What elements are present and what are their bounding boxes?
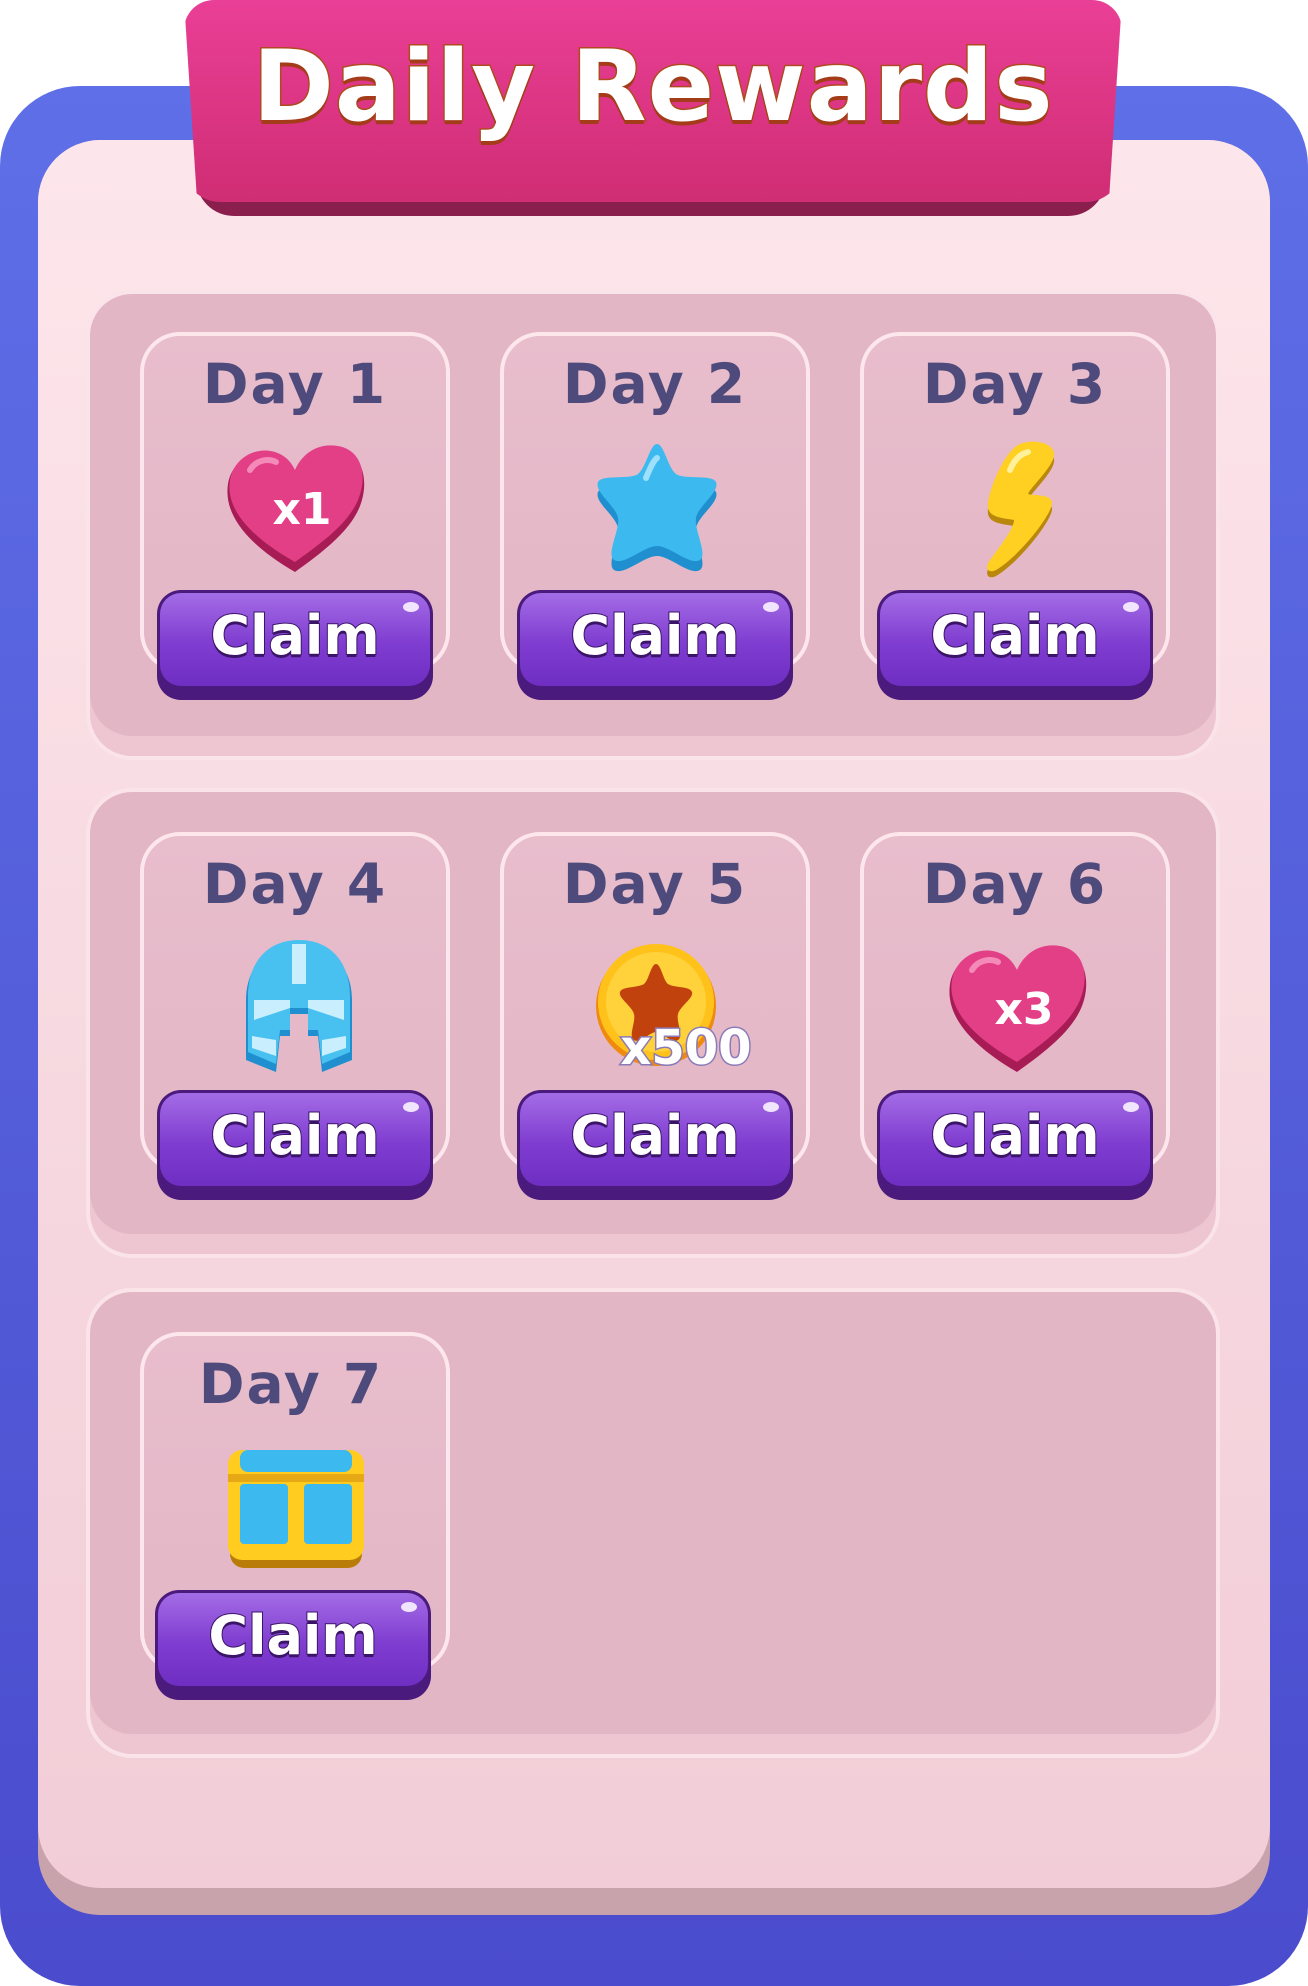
claim-button-label: Claim (569, 603, 740, 668)
day-1-label: Day 1 (202, 352, 388, 416)
claim-button-label: Claim (209, 603, 380, 668)
claim-button-label: Claim (929, 1103, 1100, 1168)
day-1-qty: x1 (273, 484, 332, 535)
day-1-claim-button[interactable]: Claim (157, 590, 433, 700)
day-6-label: Day 6 (922, 852, 1108, 916)
claim-button-label: Claim (207, 1603, 378, 1668)
day-7-claim-button[interactable]: Claim (155, 1590, 431, 1700)
lightning-bolt-icon (987, 441, 1055, 578)
heart-icon: x3 (949, 945, 1087, 1072)
day-7-label: Day 7 (198, 1352, 384, 1416)
treasure-chest-icon (228, 1450, 364, 1568)
claim-button-label: Claim (929, 603, 1100, 668)
day-4-label: Day 4 (202, 852, 388, 916)
day-5-label: Day 5 (562, 852, 748, 916)
heart-icon: x1 (227, 445, 365, 572)
day-4-claim-button[interactable]: Claim (157, 1090, 433, 1200)
day-6-claim-button[interactable]: Claim (877, 1090, 1153, 1200)
day-3-label: Day 3 (922, 352, 1108, 416)
helmet-icon (246, 940, 352, 1072)
page-title: Daily Rewards (251, 29, 1054, 146)
day-2-claim-button[interactable]: Claim (517, 590, 793, 700)
day-3-claim-button[interactable]: Claim (877, 590, 1153, 700)
claim-button-label: Claim (209, 1103, 380, 1168)
day-2-label: Day 2 (562, 352, 748, 416)
day-6-qty: x3 (995, 984, 1054, 1035)
day-5-qty: x500 (620, 1020, 751, 1072)
day-5-claim-button[interactable]: Claim (517, 1090, 793, 1200)
star-icon (597, 444, 717, 572)
coin-icon: x500 (596, 944, 753, 1072)
claim-button-label: Claim (569, 1103, 740, 1168)
